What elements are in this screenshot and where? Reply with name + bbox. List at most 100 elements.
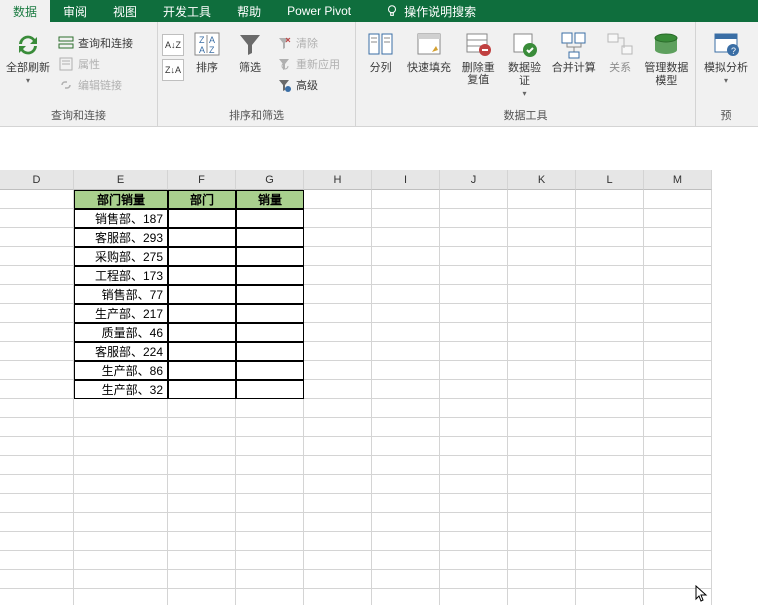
cell[interactable]: [0, 570, 74, 589]
cell[interactable]: 采购部、275: [74, 247, 168, 266]
cell[interactable]: 生产部、217: [74, 304, 168, 323]
cell[interactable]: [440, 361, 508, 380]
cell[interactable]: [304, 209, 372, 228]
cell[interactable]: [236, 513, 304, 532]
tab-data[interactable]: 数据: [0, 0, 50, 22]
cell[interactable]: [372, 437, 440, 456]
tab-view[interactable]: 视图: [100, 0, 150, 22]
cell[interactable]: [304, 304, 372, 323]
cell[interactable]: [168, 342, 236, 361]
cell[interactable]: [304, 285, 372, 304]
remove-duplicates-button[interactable]: 删除重复值: [457, 28, 500, 86]
cell[interactable]: [74, 532, 168, 551]
cell[interactable]: [440, 437, 508, 456]
cell[interactable]: [576, 532, 644, 551]
cell[interactable]: [372, 456, 440, 475]
cell[interactable]: [0, 456, 74, 475]
cell[interactable]: [168, 437, 236, 456]
cell[interactable]: [440, 532, 508, 551]
cell[interactable]: [576, 494, 644, 513]
cell[interactable]: [168, 513, 236, 532]
cell[interactable]: [440, 475, 508, 494]
cell[interactable]: [372, 570, 440, 589]
cell[interactable]: [0, 323, 74, 342]
cell[interactable]: [644, 380, 712, 399]
tab-dev[interactable]: 开发工具: [150, 0, 224, 22]
cell[interactable]: [0, 551, 74, 570]
column-header-m[interactable]: M: [644, 170, 712, 190]
cell[interactable]: [74, 418, 168, 437]
cell[interactable]: [0, 380, 74, 399]
cell[interactable]: [372, 323, 440, 342]
sort-button[interactable]: ZAAZ 排序: [187, 28, 227, 75]
cell[interactable]: [236, 475, 304, 494]
cell[interactable]: [644, 513, 712, 532]
cell[interactable]: [644, 228, 712, 247]
cell[interactable]: 销量: [236, 190, 304, 209]
cell[interactable]: [508, 304, 576, 323]
cell[interactable]: [236, 456, 304, 475]
cell[interactable]: [644, 209, 712, 228]
cell[interactable]: [440, 266, 508, 285]
cell[interactable]: [440, 304, 508, 323]
cell[interactable]: [0, 475, 74, 494]
cell[interactable]: [508, 494, 576, 513]
cell[interactable]: [508, 266, 576, 285]
cell[interactable]: [74, 399, 168, 418]
cell[interactable]: [644, 342, 712, 361]
cell[interactable]: [74, 456, 168, 475]
cell[interactable]: [168, 589, 236, 605]
cell[interactable]: [372, 342, 440, 361]
cell[interactable]: [168, 266, 236, 285]
cell[interactable]: [304, 361, 372, 380]
cell[interactable]: [576, 228, 644, 247]
cell[interactable]: [508, 532, 576, 551]
cell[interactable]: [304, 456, 372, 475]
cell[interactable]: [304, 437, 372, 456]
cell[interactable]: [236, 228, 304, 247]
cell[interactable]: [236, 247, 304, 266]
cell[interactable]: [304, 323, 372, 342]
cell[interactable]: [440, 456, 508, 475]
cell[interactable]: [236, 418, 304, 437]
cell[interactable]: [576, 551, 644, 570]
cell[interactable]: [304, 513, 372, 532]
cell[interactable]: [236, 285, 304, 304]
cell[interactable]: [508, 437, 576, 456]
spreadsheet-grid[interactable]: DEFGHIJKLM 部门销量部门销量销售部、187客服部、293采购部、275…: [0, 127, 758, 605]
queries-connections-button[interactable]: 查询和连接: [55, 34, 136, 52]
cell[interactable]: [508, 209, 576, 228]
cell[interactable]: [168, 285, 236, 304]
cell[interactable]: [372, 361, 440, 380]
cell[interactable]: [644, 437, 712, 456]
cell[interactable]: [440, 513, 508, 532]
cell[interactable]: [576, 266, 644, 285]
cell[interactable]: [304, 532, 372, 551]
cell[interactable]: [644, 494, 712, 513]
cell[interactable]: [440, 323, 508, 342]
cell[interactable]: [644, 190, 712, 209]
cell[interactable]: 部门销量: [74, 190, 168, 209]
cell[interactable]: [576, 513, 644, 532]
cell[interactable]: [168, 361, 236, 380]
sort-desc-button[interactable]: Z↓A: [162, 59, 184, 81]
column-header-l[interactable]: L: [576, 170, 644, 190]
cell[interactable]: [440, 494, 508, 513]
cell[interactable]: [304, 418, 372, 437]
cell[interactable]: [0, 418, 74, 437]
cell[interactable]: [168, 228, 236, 247]
cell[interactable]: [508, 247, 576, 266]
cell[interactable]: [508, 418, 576, 437]
whatif-button[interactable]: ? 模拟分析 ▾: [700, 28, 752, 85]
cell[interactable]: [236, 399, 304, 418]
cell[interactable]: 工程部、173: [74, 266, 168, 285]
cell[interactable]: [372, 380, 440, 399]
cell[interactable]: [168, 570, 236, 589]
cell[interactable]: [236, 380, 304, 399]
cell[interactable]: [576, 323, 644, 342]
cell[interactable]: [508, 361, 576, 380]
cell[interactable]: [304, 342, 372, 361]
cell[interactable]: [372, 494, 440, 513]
cell[interactable]: 生产部、86: [74, 361, 168, 380]
column-header-g[interactable]: G: [236, 170, 304, 190]
